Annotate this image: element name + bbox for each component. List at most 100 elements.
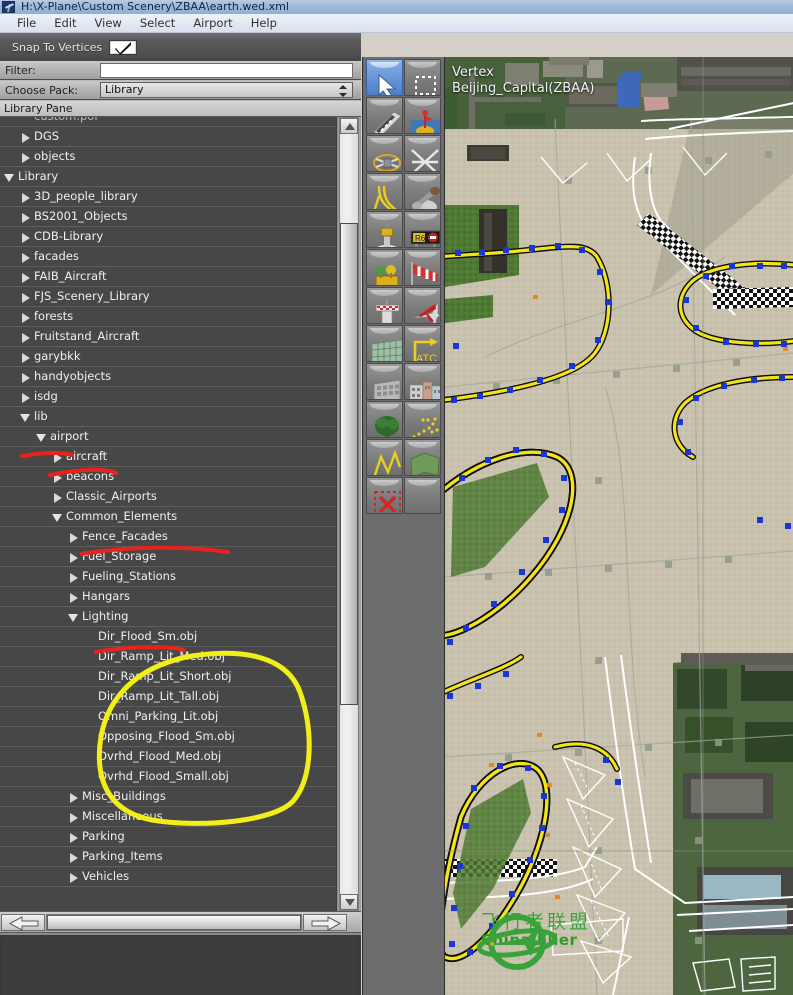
chevron-right-icon[interactable] xyxy=(68,551,80,563)
string-tool[interactable] xyxy=(404,401,441,438)
object-tool[interactable] xyxy=(366,363,403,400)
exclusion-zone-tool[interactable] xyxy=(366,477,403,514)
tree-row[interactable]: airport xyxy=(0,427,336,447)
chevron-right-icon[interactable] xyxy=(20,211,32,223)
ramp-start-tool[interactable] xyxy=(404,287,441,324)
tree-row[interactable]: Hangars xyxy=(0,587,336,607)
tree-row[interactable]: CDB-Library xyxy=(0,227,336,247)
tree-row[interactable]: isdg xyxy=(0,387,336,407)
tree-row[interactable]: Dir_Ramp_Lit_Short.obj xyxy=(0,667,336,687)
choose-pack-select[interactable]: Library xyxy=(100,82,353,98)
taxiline-tool[interactable] xyxy=(366,173,403,210)
tree-row[interactable]: custom.pol xyxy=(0,117,336,127)
chevron-right-icon[interactable] xyxy=(20,271,32,283)
vscroll-up-button[interactable] xyxy=(340,118,358,134)
chevron-right-icon[interactable] xyxy=(68,791,80,803)
tree-row[interactable]: objects xyxy=(0,147,336,167)
tree-row[interactable]: BS2001_Objects xyxy=(0,207,336,227)
tree-row[interactable]: Library xyxy=(0,167,336,187)
chevron-down-icon[interactable] xyxy=(52,511,64,523)
map-view[interactable]: Vertex Beijing_Capital(ZBAA) 飞行者联盟 China… xyxy=(444,57,793,995)
tree-row[interactable]: Opposing_Flood_Sm.obj xyxy=(0,727,336,747)
chevron-right-icon[interactable] xyxy=(52,491,64,503)
chevron-right-icon[interactable] xyxy=(20,331,32,343)
menu-item-airport[interactable]: Airport xyxy=(184,14,241,32)
chevron-down-icon[interactable] xyxy=(20,411,32,423)
library-tree-vscrollbar[interactable] xyxy=(336,117,361,911)
chevron-right-icon[interactable] xyxy=(20,231,32,243)
tree-row[interactable]: garybkk xyxy=(0,347,336,367)
tree-row[interactable]: FAIB_Aircraft xyxy=(0,267,336,287)
tree-row[interactable]: Dir_Ramp_Lit_Med.obj xyxy=(0,647,336,667)
chevron-down-icon[interactable] xyxy=(4,171,16,183)
tree-row[interactable]: aircraft xyxy=(0,447,336,467)
tree-row[interactable]: Miscellaneous xyxy=(0,807,336,827)
tree-row[interactable]: Lighting xyxy=(0,607,336,627)
runway-tool[interactable] xyxy=(366,97,403,134)
chevron-right-icon[interactable] xyxy=(20,391,32,403)
taxiway-tool[interactable] xyxy=(404,135,441,172)
chevron-right-icon[interactable] xyxy=(68,851,80,863)
chevron-right-icon[interactable] xyxy=(68,871,80,883)
chevron-right-icon[interactable] xyxy=(20,251,32,263)
tree-row[interactable]: DGS xyxy=(0,127,336,147)
vscrollbar-thumb[interactable] xyxy=(340,223,358,705)
forest-tool[interactable] xyxy=(366,401,403,438)
chevron-right-icon[interactable] xyxy=(20,371,32,383)
menu-item-view[interactable]: View xyxy=(86,14,131,32)
chevron-right-icon[interactable] xyxy=(20,351,32,363)
airport-light-tool[interactable] xyxy=(366,249,403,286)
chevron-right-icon[interactable] xyxy=(20,151,32,163)
tree-row[interactable]: Fuel_Storage xyxy=(0,547,336,567)
tree-row[interactable]: Fueling_Stations xyxy=(0,567,336,587)
chevron-right-icon[interactable] xyxy=(68,531,80,543)
tree-row[interactable]: handyobjects xyxy=(0,367,336,387)
filter-input[interactable] xyxy=(100,62,353,78)
tree-row[interactable]: lib xyxy=(0,407,336,427)
tree-row[interactable]: Fence_Facades xyxy=(0,527,336,547)
chevron-right-icon[interactable] xyxy=(20,291,32,303)
hscrollbar-trough[interactable] xyxy=(46,914,302,931)
menu-item-help[interactable]: Help xyxy=(242,14,286,32)
tree-row[interactable]: Ovrhd_Flood_Small.obj xyxy=(0,767,336,787)
chevron-right-icon[interactable] xyxy=(68,811,80,823)
tree-row[interactable]: Common_Elements xyxy=(0,507,336,527)
tree-row[interactable]: Omni_Parking_Lit.obj xyxy=(0,707,336,727)
sealane-tool[interactable] xyxy=(404,97,441,134)
tree-row[interactable]: facades xyxy=(0,247,336,267)
hscrollbar-thumb[interactable] xyxy=(47,915,301,930)
tree-row[interactable]: Ovrhd_Flood_Med.obj xyxy=(0,747,336,767)
tree-row[interactable]: Classic_Airports xyxy=(0,487,336,507)
chevron-right-icon[interactable] xyxy=(68,591,80,603)
tree-row[interactable]: forests xyxy=(0,307,336,327)
chevron-right-icon[interactable] xyxy=(68,571,80,583)
tree-row[interactable]: FJS_Scenery_Library xyxy=(0,287,336,307)
tower-viewpoint-tool[interactable] xyxy=(366,287,403,324)
tree-row[interactable]: Fruitstand_Aircraft xyxy=(0,327,336,347)
map-canvas[interactable] xyxy=(445,57,793,995)
chevron-right-icon[interactable] xyxy=(20,131,32,143)
tree-row[interactable]: Vehicles xyxy=(0,867,336,887)
chevron-right-icon[interactable] xyxy=(52,471,64,483)
chevron-down-icon[interactable] xyxy=(36,431,48,443)
hscroll-left-button[interactable] xyxy=(1,914,45,931)
tree-row[interactable]: Parking xyxy=(0,827,336,847)
tree-row[interactable]: Parking_Items xyxy=(0,847,336,867)
tree-row[interactable]: Dir_Flood_Sm.obj xyxy=(0,627,336,647)
menu-item-select[interactable]: Select xyxy=(131,14,184,32)
tree-row[interactable]: beacons xyxy=(0,467,336,487)
marquee-select-tool[interactable] xyxy=(404,59,441,96)
windsock-light-tool[interactable] xyxy=(404,173,441,210)
polygon-tool[interactable] xyxy=(404,439,441,476)
beacon-tool[interactable] xyxy=(366,211,403,248)
chevron-right-icon[interactable] xyxy=(52,451,64,463)
menu-item-file[interactable]: File xyxy=(8,14,45,32)
tree-leaf-spacer[interactable] xyxy=(20,117,32,123)
vscroll-down-button[interactable] xyxy=(340,894,358,910)
facade-tool[interactable] xyxy=(366,325,403,362)
empty-tool-slot[interactable] xyxy=(404,477,441,514)
chevron-right-icon[interactable] xyxy=(68,831,80,843)
menu-item-edit[interactable]: Edit xyxy=(45,14,85,32)
helipad-tool[interactable] xyxy=(366,135,403,172)
arrow-select-tool[interactable] xyxy=(366,59,403,96)
